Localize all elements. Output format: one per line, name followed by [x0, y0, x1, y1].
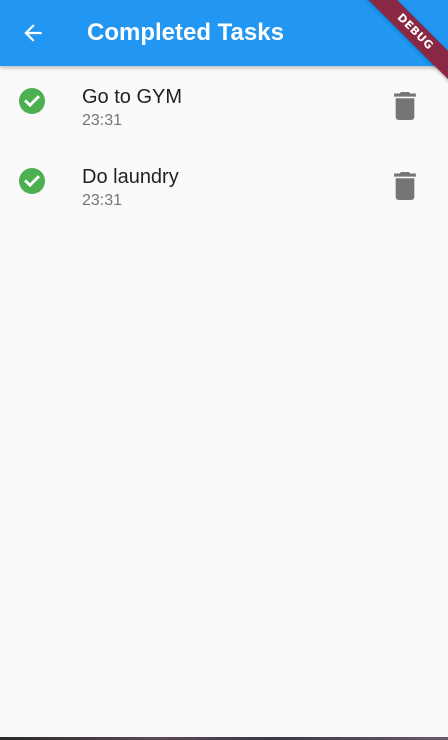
check-circle-icon [19, 88, 45, 114]
task-time: 23:31 [82, 112, 123, 129]
trash-icon [394, 172, 416, 200]
check-circle-icon [19, 168, 45, 194]
task-item[interactable]: Go to GYM 23:31 [0, 66, 448, 146]
page-title: Completed Tasks [87, 19, 284, 46]
task-time: 23:31 [82, 192, 123, 209]
completed-task-list: Go to GYM 23:31 Do laundry 23:31 [0, 66, 448, 226]
trash-icon [394, 92, 416, 120]
task-title: Do laundry [82, 166, 179, 188]
task-title: Go to GYM [82, 86, 183, 108]
app-bar: Completed Tasks [0, 0, 448, 66]
delete-button[interactable] [385, 86, 425, 126]
task-item[interactable]: Do laundry 23:31 [0, 146, 448, 226]
back-button[interactable] [12, 12, 54, 54]
delete-button[interactable] [385, 166, 425, 206]
arrow-back-icon [24, 24, 42, 42]
